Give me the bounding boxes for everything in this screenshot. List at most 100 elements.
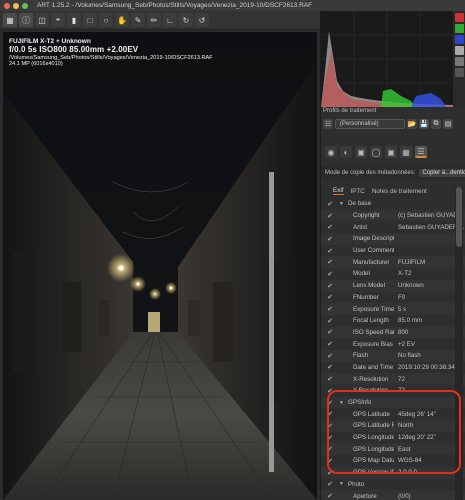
green-channel-toggle[interactable] <box>455 24 464 33</box>
include-checkbox[interactable]: ✔ <box>321 480 339 488</box>
include-checkbox[interactable]: ✔ <box>321 434 339 442</box>
brush-icon[interactable]: ✏ <box>147 13 161 27</box>
tab-iptc[interactable]: IPTC <box>351 188 365 195</box>
metadata-scrollbar[interactable] <box>455 187 463 500</box>
hand-icon[interactable]: ✋ <box>115 13 129 27</box>
include-checkbox[interactable]: ✔ <box>321 235 339 243</box>
include-checkbox[interactable]: ✔ <box>321 258 339 266</box>
expand-triangle-icon[interactable]: ▼ <box>339 400 348 406</box>
color-wheel-tab-icon[interactable]: ◉ <box>325 146 337 158</box>
profile-icon[interactable]: ☷ <box>323 119 333 129</box>
include-checkbox[interactable]: ✔ <box>321 328 339 336</box>
include-checkbox[interactable]: ✔ <box>321 317 339 325</box>
include-checkbox[interactable]: ✔ <box>321 387 339 395</box>
scrollbar-thumb[interactable] <box>456 187 462 247</box>
metadata-row[interactable]: ✔ Aperture (0/0) <box>321 490 465 500</box>
copy-profile-icon[interactable]: ⧉ <box>431 119 441 129</box>
include-checkbox[interactable]: ✔ <box>321 422 339 430</box>
exposure-tab-icon[interactable]: ◐ <box>340 146 352 158</box>
metadata-row[interactable]: ✔ Y-Resolution 72 <box>321 385 465 397</box>
metadata-row[interactable]: ✔ Flash No flash <box>321 349 465 362</box>
zoom-fit-icon[interactable]: ○ <box>99 13 113 27</box>
metadata-row[interactable]: ✔ GPS Version ID 2.0.0.0 <box>321 466 465 479</box>
include-checkbox[interactable]: ✔ <box>321 445 339 453</box>
filmstrip-tab-icon[interactable]: ▦ <box>400 146 412 158</box>
include-checkbox[interactable]: ✔ <box>321 293 339 301</box>
metadata-group[interactable]: ✔ ▼ Photo <box>321 479 465 491</box>
rotate-icon[interactable]: ↻ <box>179 13 193 27</box>
before-after-icon[interactable]: ◫ <box>35 13 49 27</box>
include-checkbox[interactable]: ✔ <box>321 469 339 477</box>
metadata-row[interactable]: ✔ Manufacturer FUJIFILM <box>321 256 465 269</box>
metadata-row[interactable]: ✔ User Comment <box>321 245 465 257</box>
grid-icon[interactable]: ▦ <box>3 13 17 27</box>
metadata-row[interactable]: ✔ GPS Latitude 45deg 26' 14" <box>321 408 465 420</box>
metadata-row[interactable]: ✔ISO Speed Ratings800 <box>321 326 465 339</box>
back-icon[interactable]: ↺ <box>195 13 209 27</box>
include-checkbox[interactable]: ✔ <box>321 247 339 255</box>
include-checkbox[interactable]: ✔ <box>321 492 339 500</box>
metadata-row[interactable]: ✔ Image Description <box>321 233 465 245</box>
tab-processing-notes[interactable]: Notes de traitement <box>372 188 427 195</box>
tab-exif[interactable]: Exif <box>333 187 344 195</box>
paste-profile-icon[interactable]: ▤ <box>443 119 453 129</box>
include-checkbox[interactable]: ✔ <box>321 375 339 383</box>
metadata-row[interactable]: ✔ Model X-T2 <box>321 268 465 280</box>
open-profile-icon[interactable]: 📂 <box>407 119 417 129</box>
metadata-row[interactable]: ✔GPS Latitude Ref...North <box>321 420 465 432</box>
metadata-label: Exposure Time <box>353 305 394 313</box>
metadata-row[interactable]: ✔GPS Map DatumWGS-84 <box>321 455 465 467</box>
zoom-window-button[interactable] <box>22 2 28 9</box>
metadata-group[interactable]: ✔ ▼ De base <box>321 198 465 210</box>
include-checkbox[interactable]: ✔ <box>321 352 339 360</box>
exposure-label: f/0.0 5s ISO800 85.00mm +2.00EV <box>9 45 139 55</box>
split-icon[interactable]: ▮ <box>67 13 81 27</box>
metadata-subtabs: Exif IPTC Notes de traitement <box>321 185 465 197</box>
include-checkbox[interactable]: ✔ <box>321 410 339 418</box>
metadata-row[interactable]: ✔ Lens Model Unknown <box>321 279 465 292</box>
transform-tab-icon[interactable]: ◯ <box>370 146 382 158</box>
blue-channel-toggle[interactable] <box>455 35 464 44</box>
metadata-row[interactable]: ✔ Exposure Time 5 s <box>321 303 465 315</box>
include-checkbox[interactable]: ✔ <box>321 457 339 465</box>
expand-triangle-icon[interactable]: ▼ <box>339 201 348 207</box>
metadata-row[interactable]: ✔Date and Time (or...2019:10:29 00:38:34 <box>321 362 465 374</box>
close-window-button[interactable] <box>4 2 10 9</box>
save-profile-icon[interactable]: 💾 <box>419 119 429 129</box>
luminance-toggle[interactable] <box>455 46 464 55</box>
color-picker-icon[interactable]: ✎ <box>131 13 145 27</box>
metadata-row[interactable]: ✔ Focal Length 85.0 mm <box>321 315 465 327</box>
fullscreen-icon[interactable]: □ <box>83 13 97 27</box>
metadata-row[interactable]: ✔ Copyright (c) Sebastien GUYAD... <box>321 209 465 222</box>
include-checkbox[interactable]: ✔ <box>321 340 339 348</box>
raw-toggle[interactable] <box>455 57 464 66</box>
detail-tab-icon[interactable]: ▣ <box>355 146 367 158</box>
profile-select[interactable]: (Personnalisé) <box>335 119 405 129</box>
expand-triangle-icon[interactable]: ▼ <box>339 481 348 487</box>
metadata-row[interactable]: ✔ X-Resolution 72 <box>321 373 465 385</box>
metadata-row[interactable]: ✔ Exposure Bias +2 EV <box>321 338 465 350</box>
include-checkbox[interactable]: ✔ <box>321 282 339 290</box>
include-checkbox[interactable]: ✔ <box>321 200 339 208</box>
straighten-icon[interactable]: ∟ <box>163 13 177 27</box>
metadata-row[interactable]: ✔ GPS Longitude 12deg 20' 22" <box>321 432 465 444</box>
metadata-row[interactable]: ✔ FNumber F0 <box>321 292 465 304</box>
info-icon[interactable]: ⓘ <box>19 13 33 27</box>
metadata-row[interactable]: ✔ Artist Sebastien GUYADER ... <box>321 221 465 233</box>
red-channel-toggle[interactable] <box>455 13 464 22</box>
image-viewer[interactable]: FUJIFILM X-T2 + Unknown f/0.0 5s ISO800 … <box>3 32 317 500</box>
histogram-mode-toggle[interactable] <box>455 68 464 77</box>
copy-mode-select[interactable]: Copier à...dentique <box>419 168 465 177</box>
include-checkbox[interactable]: ✔ <box>321 305 339 313</box>
metadata-tab-icon[interactable]: ☰ <box>415 146 427 158</box>
include-checkbox[interactable]: ✔ <box>321 270 339 278</box>
raw-tab-icon[interactable]: ▣ <box>385 146 397 158</box>
minimize-window-button[interactable] <box>13 2 19 9</box>
metadata-group[interactable]: ✔ ▼ GPSInfo <box>321 396 465 409</box>
include-checkbox[interactable]: ✔ <box>321 212 339 220</box>
include-checkbox[interactable]: ✔ <box>321 363 339 371</box>
metadata-row[interactable]: ✔GPS Longitude R...East <box>321 443 465 456</box>
crop-icon[interactable]: ⌖ <box>51 13 65 27</box>
include-checkbox[interactable]: ✔ <box>321 223 339 231</box>
include-checkbox[interactable]: ✔ <box>321 399 339 407</box>
